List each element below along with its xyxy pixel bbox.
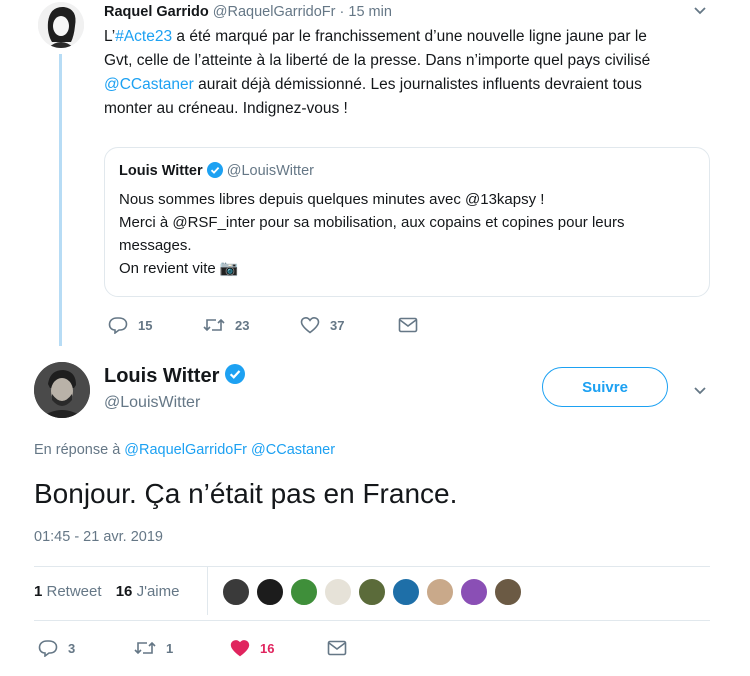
liker-avatar[interactable]: [494, 578, 522, 606]
author-name: Louis Witter: [104, 364, 245, 390]
text-segment: L’: [104, 28, 116, 45]
author-name[interactable]: Raquel Garrido: [104, 4, 209, 20]
reply-prefix: En réponse à: [34, 442, 125, 458]
message-icon[interactable]: [327, 640, 347, 661]
engagement-stats: 1 Retweet 16 J'aime: [34, 583, 179, 600]
like-count: 37: [330, 317, 345, 333]
chevron-down-icon[interactable]: [692, 2, 708, 23]
heart-icon: [300, 316, 320, 334]
mention-link[interactable]: @RaquelGarridoFr: [124, 442, 247, 458]
tweet-text: L’#Acte23 a été marqué par le franchisse…: [104, 25, 714, 121]
text-segment: a été marqué par le franchissement d’une…: [172, 28, 647, 45]
like-count: 16: [260, 640, 275, 656]
like-button[interactable]: 37: [300, 316, 344, 334]
retweet-button[interactable]: 23: [203, 316, 249, 334]
text-segment: Gvt, celle de l’atteinte à la liberté de…: [104, 52, 651, 69]
tweet-timestamp[interactable]: 01:45 - 21 avr. 2019: [34, 529, 163, 545]
quote-header: Louis Witter @LouisWitter: [119, 162, 314, 182]
tweet-time[interactable]: · 15 min: [340, 4, 392, 20]
like-stat-count: 16: [115, 583, 133, 600]
retweet-count: 1: [166, 640, 174, 656]
liker-avatar[interactable]: [426, 578, 454, 606]
quote-line: Merci à @RSF_inter pour sa mobilisation,…: [119, 214, 625, 231]
liker-avatar[interactable]: [358, 578, 386, 606]
verified-icon: [206, 162, 223, 182]
author-handle[interactable]: @RaquelGarridoFr: [213, 4, 336, 20]
verified-icon: [224, 364, 245, 390]
follow-button[interactable]: Suivre: [542, 367, 668, 407]
like-stat[interactable]: 16 J'aime: [116, 583, 180, 600]
divider: [207, 567, 208, 615]
like-button[interactable]: 16: [230, 639, 274, 657]
retweet-button[interactable]: 1: [134, 639, 173, 657]
reply-button[interactable]: 15: [108, 316, 152, 334]
divider: [34, 620, 710, 621]
author-name-text[interactable]: Louis Witter: [104, 365, 219, 387]
quoted-tweet[interactable]: Louis Witter @LouisWitter Nous sommes li…: [104, 147, 710, 297]
retweet-icon: [134, 641, 156, 655]
quote-author-handle: @LouisWitter: [226, 163, 314, 179]
tweet-text: Bonjour. Ça n’était pas en France.: [34, 478, 458, 509]
text-segment: monter au créneau. Indignez-vous !: [104, 100, 348, 117]
heart-icon: [230, 640, 250, 657]
tweet-header: Raquel Garrido @RaquelGarridoFr · 15 min: [104, 4, 392, 20]
chevron-down-icon[interactable]: [692, 382, 708, 403]
message-icon[interactable]: [398, 317, 418, 338]
mention-link[interactable]: @CCastaner: [247, 442, 335, 458]
reply-icon: [108, 317, 128, 334]
liker-avatar[interactable]: [290, 578, 318, 606]
divider: [34, 566, 710, 567]
mention-link[interactable]: @CCastaner: [104, 76, 194, 93]
quote-line: On revient vite 📷: [119, 260, 239, 277]
liker-avatar[interactable]: [256, 578, 284, 606]
quote-line: messages.: [119, 237, 192, 254]
liker-avatar[interactable]: [222, 578, 250, 606]
like-stat-label: J'aime: [132, 583, 180, 600]
text-segment: aurait déjà démissionné. Les journaliste…: [193, 76, 642, 93]
liker-avatar[interactable]: [460, 578, 488, 606]
reply-count: 15: [138, 317, 153, 333]
retweet-count: 23: [235, 317, 250, 333]
quote-text: Nous sommes libres depuis quelques minut…: [119, 188, 699, 280]
retweet-icon: [203, 318, 225, 332]
reply-icon: [38, 640, 58, 657]
retweet-stat[interactable]: 1 Retweet: [34, 583, 102, 600]
author-handle[interactable]: @LouisWitter: [104, 394, 200, 412]
liker-avatar[interactable]: [392, 578, 420, 606]
reply-button[interactable]: 3: [38, 639, 75, 657]
avatar[interactable]: [38, 2, 84, 48]
reply-count: 3: [68, 640, 76, 656]
thread-line: [59, 54, 62, 346]
replying-to: En réponse à @RaquelGarridoFr @CCastaner: [34, 442, 335, 458]
quote-author-name: Louis Witter: [119, 163, 203, 179]
quote-line: Nous sommes libres depuis quelques minut…: [119, 191, 545, 208]
liker-avatar[interactable]: [324, 578, 352, 606]
hashtag-link[interactable]: #Acte23: [115, 28, 172, 45]
retweet-stat-label: Retweet: [42, 583, 102, 600]
avatar[interactable]: [34, 362, 90, 418]
